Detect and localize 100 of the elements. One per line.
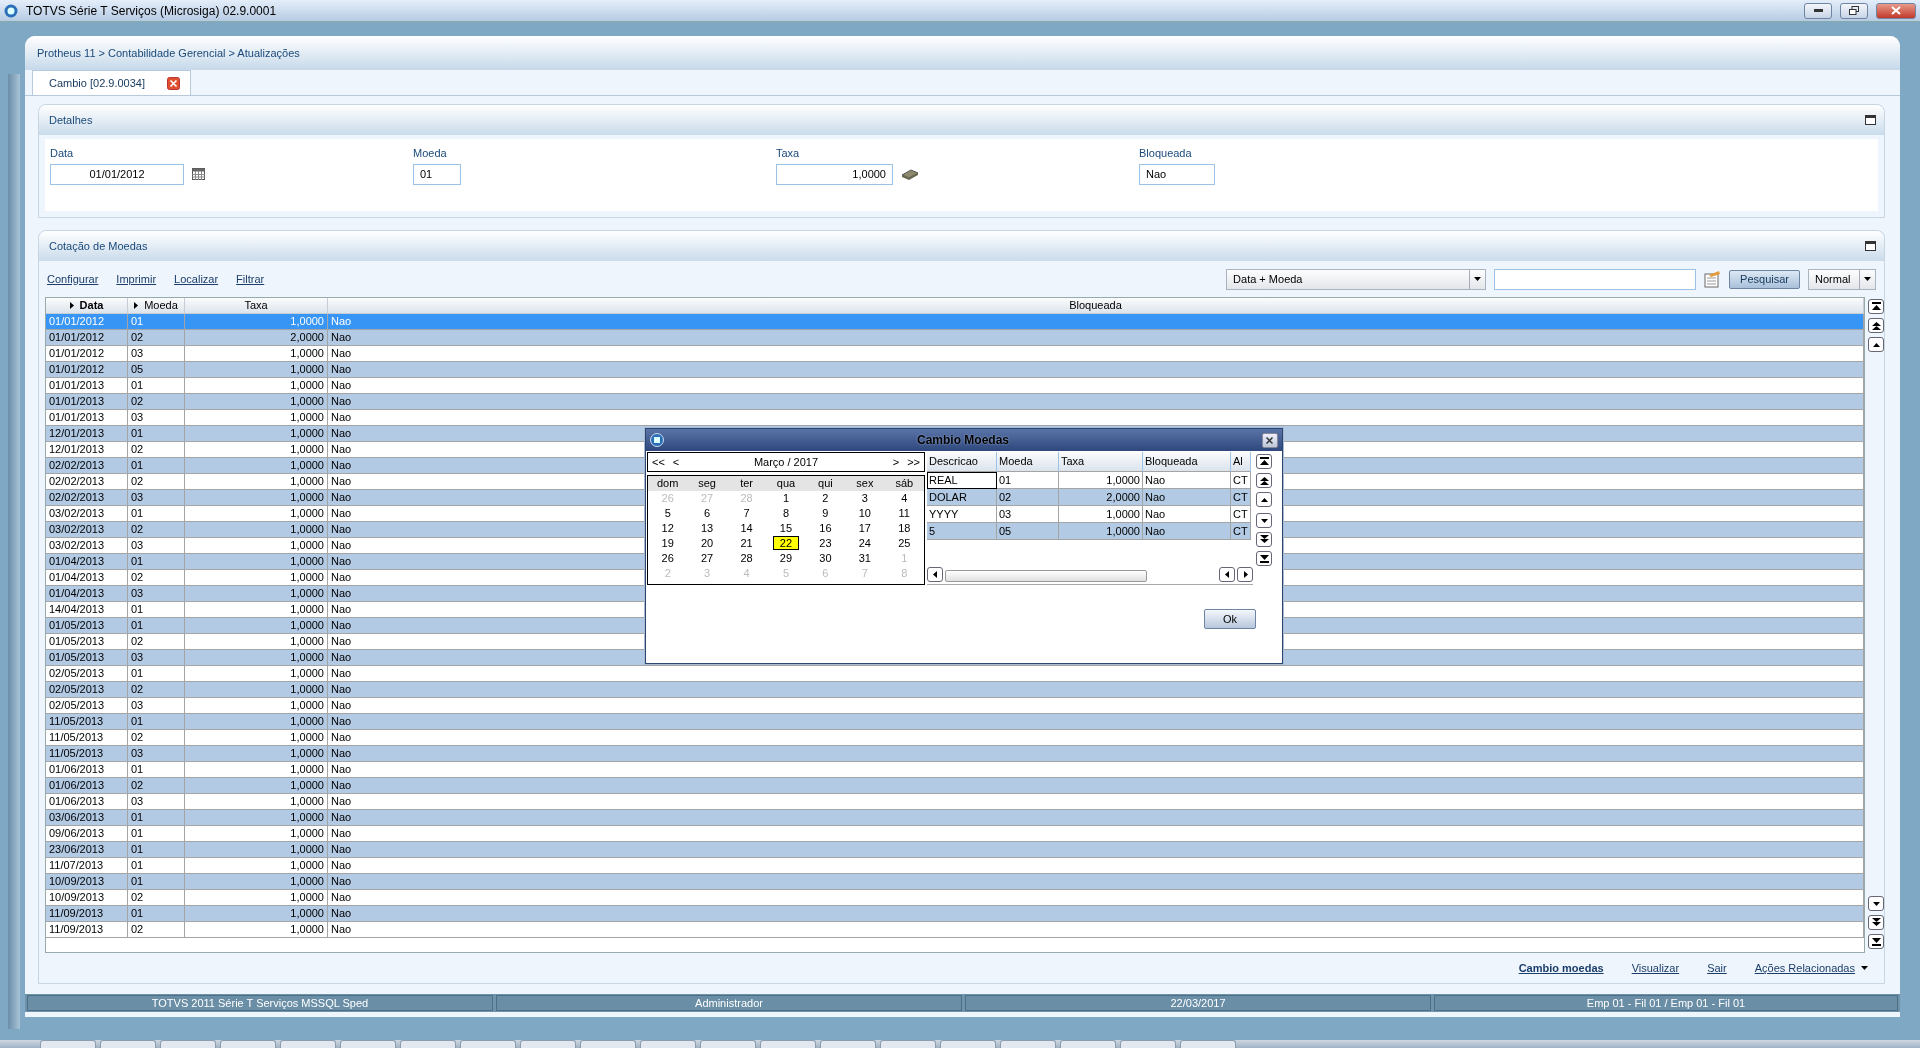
scroll-bottom-button[interactable] [1256, 551, 1272, 566]
column-header[interactable]: Taxa [1059, 452, 1143, 472]
scroll-right-button[interactable] [1237, 566, 1253, 582]
line-down-button[interactable] [1868, 896, 1884, 911]
action-link[interactable]: Sair [1707, 959, 1727, 977]
scrollbar-thumb[interactable] [945, 570, 1147, 582]
taskbar-button[interactable] [880, 1040, 936, 1048]
calendar-day[interactable]: 27 [694, 551, 721, 565]
calendar-day[interactable]: 18 [891, 521, 918, 535]
calendar-day[interactable]: 29 [772, 551, 800, 565]
line-down-button[interactable] [1256, 513, 1272, 528]
calendar-day[interactable]: 31 [851, 551, 878, 565]
calendar-day[interactable]: 9 [815, 506, 836, 520]
calendar-day[interactable]: 25 [891, 536, 918, 550]
calendar-day[interactable]: 5 [657, 506, 678, 520]
search-field[interactable] [1494, 268, 1697, 290]
tab[interactable]: Cambio [02.9.0034] [32, 70, 191, 95]
taskbar-button[interactable] [400, 1040, 456, 1048]
taskbar-button[interactable] [640, 1040, 696, 1048]
minimize-button[interactable] [1804, 2, 1832, 19]
calendar-day[interactable]: 22 [772, 536, 800, 550]
action-link[interactable]: Visualizar [1631, 959, 1680, 977]
toolbar-link[interactable]: Imprimir [116, 270, 157, 288]
action-link[interactable]: Cambio moedas [1518, 959, 1604, 977]
page-down-button[interactable] [1256, 532, 1272, 547]
calendar-day[interactable]: 16 [812, 521, 839, 535]
taskbar-button[interactable] [760, 1040, 816, 1048]
toolbar-link[interactable]: Localizar [174, 270, 219, 288]
calendar-day[interactable]: 21 [733, 536, 760, 550]
calendar-day[interactable]: 3 [854, 491, 875, 505]
calendar-day[interactable]: 15 [772, 521, 800, 535]
taskbar-button[interactable] [820, 1040, 876, 1048]
page-up-button[interactable] [1256, 473, 1272, 488]
taskbar-button[interactable] [160, 1040, 216, 1048]
minimize-icon[interactable] [1865, 241, 1876, 251]
calendar-day[interactable]: 17 [851, 521, 878, 535]
line-up-button[interactable] [1256, 492, 1272, 507]
input-field[interactable]: 01/01/2012 [50, 163, 184, 185]
line-up-button[interactable] [1868, 337, 1884, 352]
table-cell: 1,0000 [185, 874, 328, 890]
taskbar-button[interactable] [340, 1040, 396, 1048]
column-header[interactable]: Data [46, 298, 128, 314]
toolbar-link[interactable]: Configurar [47, 270, 99, 288]
input-field[interactable]: 01 [413, 163, 461, 185]
taskbar-button[interactable] [220, 1040, 276, 1048]
calendar-day[interactable]: 30 [812, 551, 839, 565]
taskbar-button[interactable] [40, 1040, 96, 1048]
restore-button[interactable] [1840, 2, 1868, 19]
calendar-day[interactable]: 23 [812, 536, 839, 550]
taskbar-button[interactable] [460, 1040, 516, 1048]
close-button[interactable] [1876, 2, 1916, 19]
taskbar-button[interactable] [1120, 1040, 1176, 1048]
page-up-button[interactable] [1868, 318, 1884, 333]
taskbar-button[interactable] [700, 1040, 756, 1048]
taskbar-button[interactable] [580, 1040, 636, 1048]
calendar-day[interactable]: 2 [815, 491, 836, 505]
calendar-day[interactable]: 28 [733, 551, 760, 565]
order-select[interactable]: Data + Moeda [1226, 268, 1487, 290]
scroll-left-button[interactable] [1219, 566, 1235, 582]
calendar-day[interactable]: 14 [733, 521, 760, 535]
column-header[interactable]: Bloqueada [328, 298, 1864, 314]
action-link[interactable]: Ações Relacionadas [1754, 959, 1868, 977]
calendar-day[interactable]: 26 [654, 551, 681, 565]
column-header[interactable]: Taxa [185, 298, 328, 314]
scroll-top-button[interactable] [1256, 454, 1272, 469]
column-header[interactable]: Moeda [997, 452, 1059, 472]
scroll-bottom-button[interactable] [1868, 934, 1884, 949]
column-header[interactable]: Moeda [128, 298, 185, 314]
calendar-day[interactable]: 8 [775, 506, 797, 520]
calendar-day[interactable]: 19 [654, 536, 681, 550]
calendar-day[interactable]: 10 [851, 506, 878, 520]
input-field[interactable]: 1,0000 [776, 163, 893, 185]
search-button[interactable]: Pesquisar [1729, 269, 1800, 289]
taskbar-button[interactable] [520, 1040, 576, 1048]
input-field[interactable]: Nao [1139, 163, 1215, 185]
taskbar-button[interactable] [1180, 1040, 1236, 1048]
mode-select[interactable]: Normal [1808, 268, 1876, 290]
taskbar-button[interactable] [280, 1040, 336, 1048]
close-button[interactable] [1262, 432, 1278, 448]
page-down-button[interactable] [1868, 915, 1884, 930]
calendar-day[interactable]: 20 [694, 536, 721, 550]
column-header[interactable]: Al [1231, 452, 1251, 472]
calendar-day[interactable]: 4 [894, 491, 915, 505]
calendar-day[interactable]: 12 [654, 521, 681, 535]
toolbar-link[interactable]: Filtrar [236, 270, 265, 288]
taskbar-button[interactable] [1000, 1040, 1056, 1048]
calendar-day[interactable]: 13 [694, 521, 721, 535]
calendar-day[interactable]: 11 [891, 506, 917, 520]
taskbar-button[interactable] [940, 1040, 996, 1048]
minimize-icon[interactable] [1865, 115, 1876, 125]
taskbar-button[interactable] [100, 1040, 156, 1048]
scroll-left-button[interactable] [927, 566, 943, 582]
calendar-day[interactable]: 24 [851, 536, 878, 550]
scroll-top-button[interactable] [1868, 299, 1884, 314]
column-header[interactable]: Bloqueada [1143, 452, 1231, 472]
calendar-day[interactable]: 1 [775, 491, 797, 505]
column-header[interactable]: Descricao [927, 452, 997, 472]
taskbar-button[interactable] [1060, 1040, 1116, 1048]
calendar-day[interactable]: 6 [697, 506, 718, 520]
calendar-day[interactable]: 7 [736, 506, 757, 520]
